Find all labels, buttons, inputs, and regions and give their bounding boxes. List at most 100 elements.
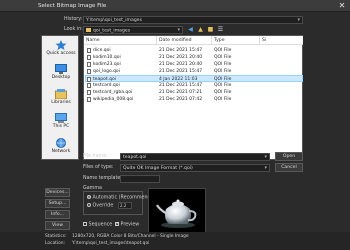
file-name: kodim23.qoi <box>93 62 121 67</box>
place-label: Desktop <box>51 75 71 80</box>
view-menu-icon[interactable]: ☰ <box>217 26 224 33</box>
places-bar: Quick access Desktop Libraries This PC N… <box>41 35 79 160</box>
file-name: dice.qoi <box>93 48 111 53</box>
file-row[interactable]: testcard.qoi 21 Dec 2021 15:47 QOI File <box>85 82 303 89</box>
file-type: QOI File <box>214 90 232 95</box>
place-label: This PC <box>52 124 70 129</box>
desktop-icon <box>55 64 67 74</box>
file-date: 21 Dec 2021 07:42 <box>159 97 203 102</box>
back-icon[interactable]: ◀ <box>187 26 194 33</box>
sequence-checkbox[interactable] <box>83 222 87 226</box>
file-list[interactable]: Name Date modified Type Si dice.qoi 21 De… <box>83 35 303 160</box>
file-name: wikipedia_008.qoi <box>93 97 134 102</box>
file-row[interactable]: testcard_rgba.qoi 21 Dec 2021 07:21 QOI Fi… <box>85 89 303 96</box>
file-date: 21 Dec 2021 20:40 <box>159 62 203 67</box>
file-row[interactable]: dice.qoi 21 Dec 2021 15:47 QOI File <box>85 47 303 54</box>
statistics-value: 1280x720, RGBA Color 8 Bits/Channel - Si… <box>72 234 189 239</box>
history-dropdown[interactable]: Y:\temp\qoi_test_images <box>83 16 303 24</box>
qoi-file-icon <box>87 90 91 95</box>
history-value: Y:\temp\qoi_test_images <box>86 18 142 23</box>
preview-checkbox[interactable] <box>115 221 120 227</box>
new-folder-icon[interactable]: ■ <box>207 26 214 33</box>
qoi-file-icon <box>87 97 91 102</box>
sequence-label: Sequence <box>88 222 113 228</box>
libraries-icon <box>55 89 67 99</box>
info-button[interactable]: Info... <box>45 210 70 219</box>
column-size[interactable]: Si <box>260 36 303 45</box>
column-date-modified[interactable]: Date modified <box>157 36 212 45</box>
open-button[interactable]: Open <box>275 152 303 161</box>
computer-icon <box>55 113 67 123</box>
file-name: testcard.qoi <box>93 83 120 88</box>
radio-button[interactable] <box>87 203 91 207</box>
file-row-selected[interactable]: teapot.qoi 4 Jan 2022 11:03 QOI File <box>85 75 303 82</box>
file-date: 21 Dec 2021 20:40 <box>159 55 203 60</box>
location-value: Y:\temp\qoi_test_images\teapot.qoi <box>72 241 150 246</box>
sequence-option[interactable]: Sequence <box>83 222 112 228</box>
name-template-input[interactable] <box>120 175 160 183</box>
files-of-type-label: Files of type: <box>83 165 114 170</box>
place-label: Network <box>51 149 71 154</box>
file-date: 21 Dec 2021 15:47 <box>159 48 203 53</box>
devices-button[interactable]: Devices... <box>45 188 70 197</box>
qoi-file-icon <box>87 48 91 53</box>
file-type: QOI File <box>214 83 232 88</box>
gamma-override-value: 2.2 <box>120 203 127 208</box>
file-row[interactable]: kodim23.qoi 21 Dec 2021 20:40 QOI File <box>85 61 303 68</box>
place-desktop[interactable]: Desktop <box>42 64 80 80</box>
qoi-file-icon <box>87 62 91 67</box>
qoi-file-icon <box>87 83 91 88</box>
view-button[interactable]: View <box>45 221 70 230</box>
gamma-override-option[interactable]: Override <box>87 203 113 209</box>
look-in-label: Look in: <box>64 27 83 32</box>
name-template-label: Name template: <box>83 176 122 181</box>
file-date: 21 Dec 2021 07:21 <box>159 90 203 95</box>
look-in-dropdown[interactable]: qoi_test_images <box>83 26 183 34</box>
cancel-button[interactable]: Cancel <box>275 163 303 172</box>
place-label: Libraries <box>51 100 71 105</box>
location-label: Location: <box>45 241 66 246</box>
star-icon <box>55 40 67 50</box>
gamma-override-label: Override <box>92 203 114 209</box>
file-type: QOI File <box>214 55 232 60</box>
file-date: 21 Dec 2021 15:47 <box>159 69 203 74</box>
place-label: Quick access <box>46 51 76 56</box>
file-type: QOI File <box>214 97 232 102</box>
window-title: Select Bitmap Image File <box>38 3 107 9</box>
files-of-type-value: Quite OK Image Format (*.qoi) <box>123 166 193 171</box>
file-name: qoi_logo.qoi <box>93 69 120 74</box>
file-row[interactable]: wikipedia_008.qoi 21 Dec 2021 07:42 QOI Fi… <box>85 96 303 103</box>
file-type: QOI File <box>214 69 232 74</box>
teapot-image <box>156 199 197 228</box>
preview-label: Preview <box>120 222 140 228</box>
file-type: QOI File <box>214 48 232 53</box>
radio-button-checked[interactable] <box>87 195 91 199</box>
place-quick-access[interactable]: Quick access <box>42 40 80 56</box>
qoi-file-icon <box>87 69 91 74</box>
close-button[interactable]: ✕ <box>337 1 347 11</box>
file-name-label: File name: <box>83 154 108 159</box>
place-network[interactable]: Network <box>42 138 80 154</box>
qoi-file-icon <box>87 55 91 60</box>
gamma-override-input[interactable]: 2.2 <box>118 202 132 209</box>
up-folder-icon[interactable]: ▲ <box>197 26 204 33</box>
history-label: History: <box>64 17 83 22</box>
file-date: 21 Dec 2021 15:47 <box>159 83 203 88</box>
column-name[interactable]: Name <box>84 36 157 45</box>
preview-option[interactable]: Preview <box>115 221 140 228</box>
file-name-input[interactable]: teapot.qoi <box>120 153 270 161</box>
network-icon <box>56 138 66 148</box>
look-in-value: qoi_test_images <box>93 28 131 34</box>
folder-icon <box>86 28 91 32</box>
file-row[interactable]: kodim10.qoi 21 Dec 2021 20:40 QOI File <box>85 54 303 61</box>
place-libraries[interactable]: Libraries <box>42 89 80 105</box>
place-this-pc[interactable]: This PC <box>42 113 80 129</box>
preview-image <box>148 188 206 233</box>
file-row[interactable]: qoi_logo.qoi 21 Dec 2021 15:47 QOI File <box>85 68 303 75</box>
column-type[interactable]: Type <box>212 36 260 45</box>
file-type: QOI File <box>214 62 232 67</box>
file-name-value: teapot.qoi <box>123 155 147 160</box>
setup-button[interactable]: Setup... <box>45 199 70 208</box>
files-of-type-dropdown[interactable]: Quite OK Image Format (*.qoi) <box>120 164 270 172</box>
statistics-label: Statistics: <box>45 234 67 239</box>
